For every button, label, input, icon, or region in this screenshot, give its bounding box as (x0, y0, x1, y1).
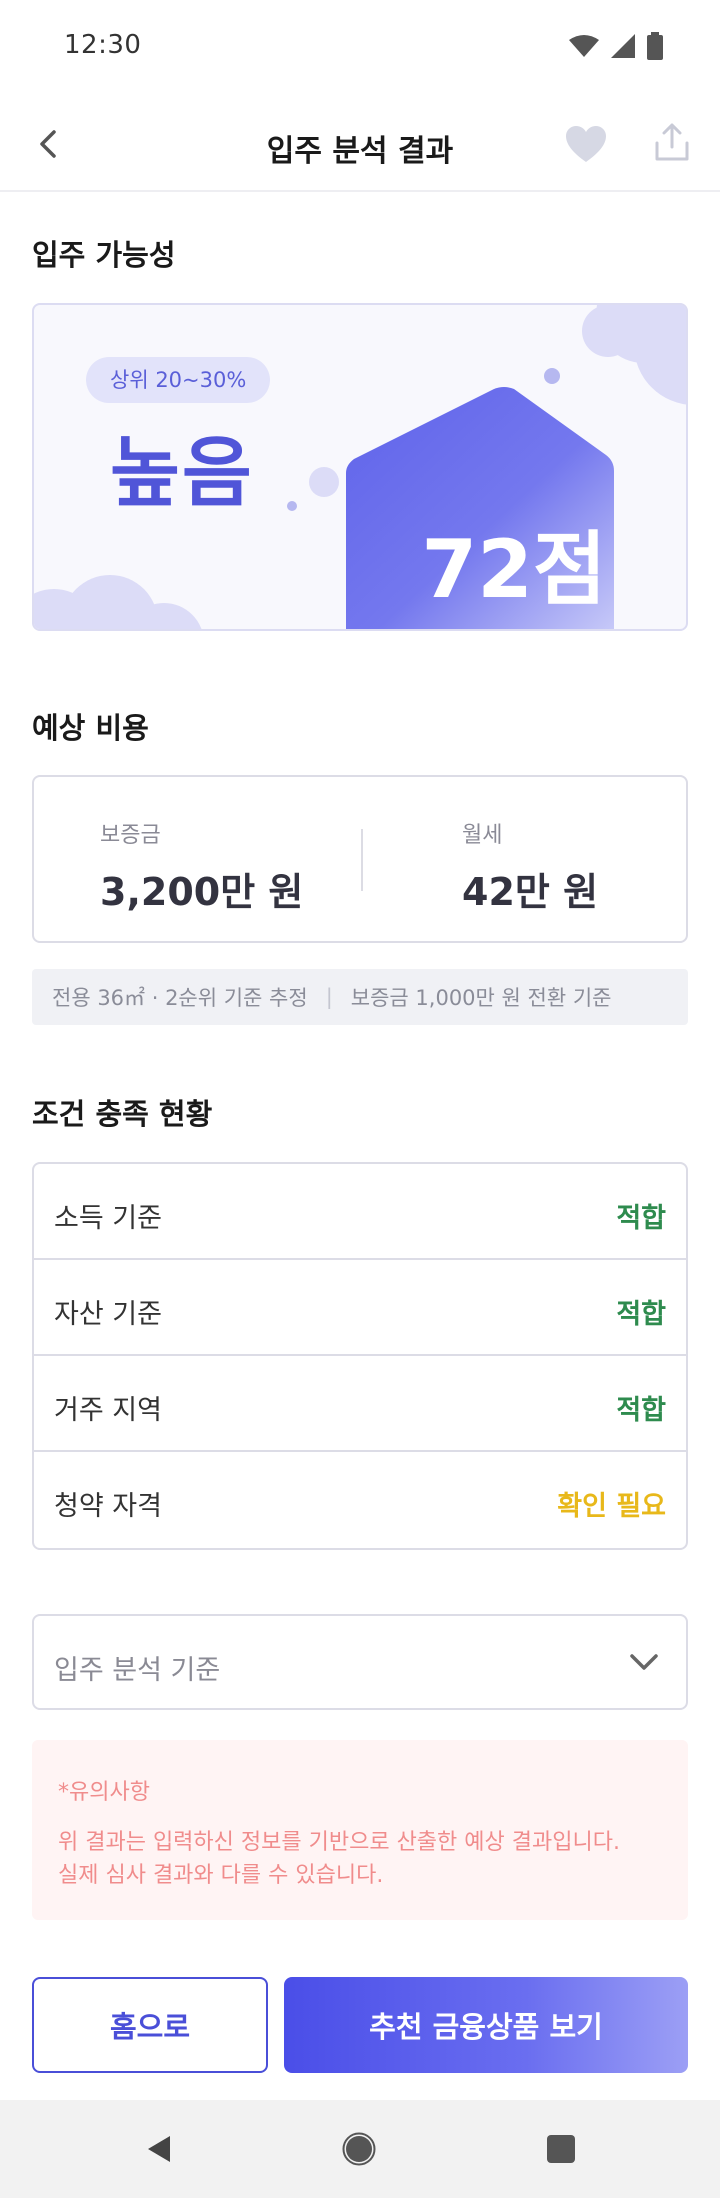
possibility-section-title: 입주 가능성 (32, 238, 176, 272)
app-header: 입주 분석 결과 (0, 96, 720, 192)
conditions-section-title: 조건 충족 현황 (32, 1097, 213, 1131)
signal-icon (610, 33, 636, 63)
cost-divider (361, 829, 363, 891)
condition-row-subscription: 청약 자격 확인 필요 (34, 1452, 686, 1548)
share-button[interactable] (646, 116, 698, 168)
condition-label: 소득 기준 (54, 1203, 162, 1234)
cost-note-area: 전용 36㎡ · 2순위 기준 추정 (52, 986, 308, 1010)
chevron-down-icon (628, 1646, 660, 1682)
cost-note-conversion: 보증금 1,000만 원 전환 기준 (350, 986, 612, 1010)
condition-row-asset: 자산 기준 적합 (34, 1260, 686, 1356)
deposit-label: 보증금 (100, 823, 161, 848)
criteria-label: 입주 분석 기준 (54, 1655, 221, 1686)
deposit-column: 보증금 3,200만 원 (100, 817, 303, 916)
notice-line: 위 결과는 입력하신 정보를 기반으로 산출한 예상 결과입니다. (58, 1830, 620, 1855)
cost-note: 전용 36㎡ · 2순위 기준 추정 | 보증금 1,000만 원 전환 기준 (32, 969, 688, 1025)
status-time: 12:30 (64, 30, 142, 60)
recommend-products-button[interactable]: 추천 금융상품 보기 (284, 1977, 688, 2073)
nav-home-icon[interactable] (342, 2132, 376, 2170)
notice-box: *유의사항 위 결과는 입력하신 정보를 기반으로 산출한 예상 결과입니다. … (32, 1740, 688, 1920)
cost-section-title: 예상 비용 (32, 711, 149, 745)
cost-note-separator: | (325, 985, 333, 1009)
notice-body: 위 결과는 입력하신 정보를 기반으로 산출한 예상 결과입니다. 실제 심사 … (58, 1826, 678, 1892)
criteria-dropdown[interactable]: 입주 분석 기준 (32, 1614, 688, 1710)
condition-row-region: 거주 지역 적합 (34, 1356, 686, 1452)
wifi-icon (568, 34, 600, 62)
nav-back-icon[interactable] (144, 2134, 174, 2168)
favorite-button[interactable] (560, 118, 612, 170)
rent-value: 42만 원 (462, 870, 599, 914)
condition-label: 거주 지역 (54, 1395, 162, 1426)
page-title: 입주 분석 결과 (266, 134, 454, 169)
notice-title: *유의사항 (58, 1780, 150, 1805)
conditions-list: 소득 기준 적합 자산 기준 적합 거주 지역 적합 청약 자격 확인 필요 (32, 1162, 688, 1550)
nav-recent-icon[interactable] (546, 2134, 576, 2168)
cost-card: 보증금 3,200만 원 월세 42만 원 (32, 775, 688, 943)
home-button[interactable]: 홈으로 (32, 1977, 268, 2073)
heart-icon (566, 126, 606, 162)
battery-icon (646, 32, 664, 64)
condition-label: 자산 기준 (54, 1299, 162, 1330)
status-bar: 12:30 (0, 0, 720, 96)
possibility-level: 높음 (110, 428, 254, 517)
condition-status: 적합 (616, 1203, 666, 1234)
condition-label: 청약 자격 (54, 1491, 162, 1522)
possibility-score: 72점 (421, 523, 607, 616)
rent-label: 월세 (462, 823, 503, 848)
status-icons (568, 32, 664, 64)
deposit-value: 3,200만 원 (100, 870, 304, 914)
system-nav-bar (0, 2100, 720, 2198)
condition-status: 적합 (616, 1395, 666, 1426)
rent-column: 월세 42만 원 (462, 817, 598, 916)
possibility-card: 상위 20~30% 높음 72점 (32, 303, 688, 631)
rank-badge: 상위 20~30% (86, 357, 271, 403)
condition-row-income: 소득 기준 적합 (34, 1164, 686, 1260)
notice-line: 실제 심사 결과와 다를 수 있습니다. (58, 1863, 384, 1888)
share-icon (655, 123, 689, 161)
condition-status: 적합 (616, 1299, 666, 1330)
condition-status: 확인 필요 (557, 1491, 666, 1522)
